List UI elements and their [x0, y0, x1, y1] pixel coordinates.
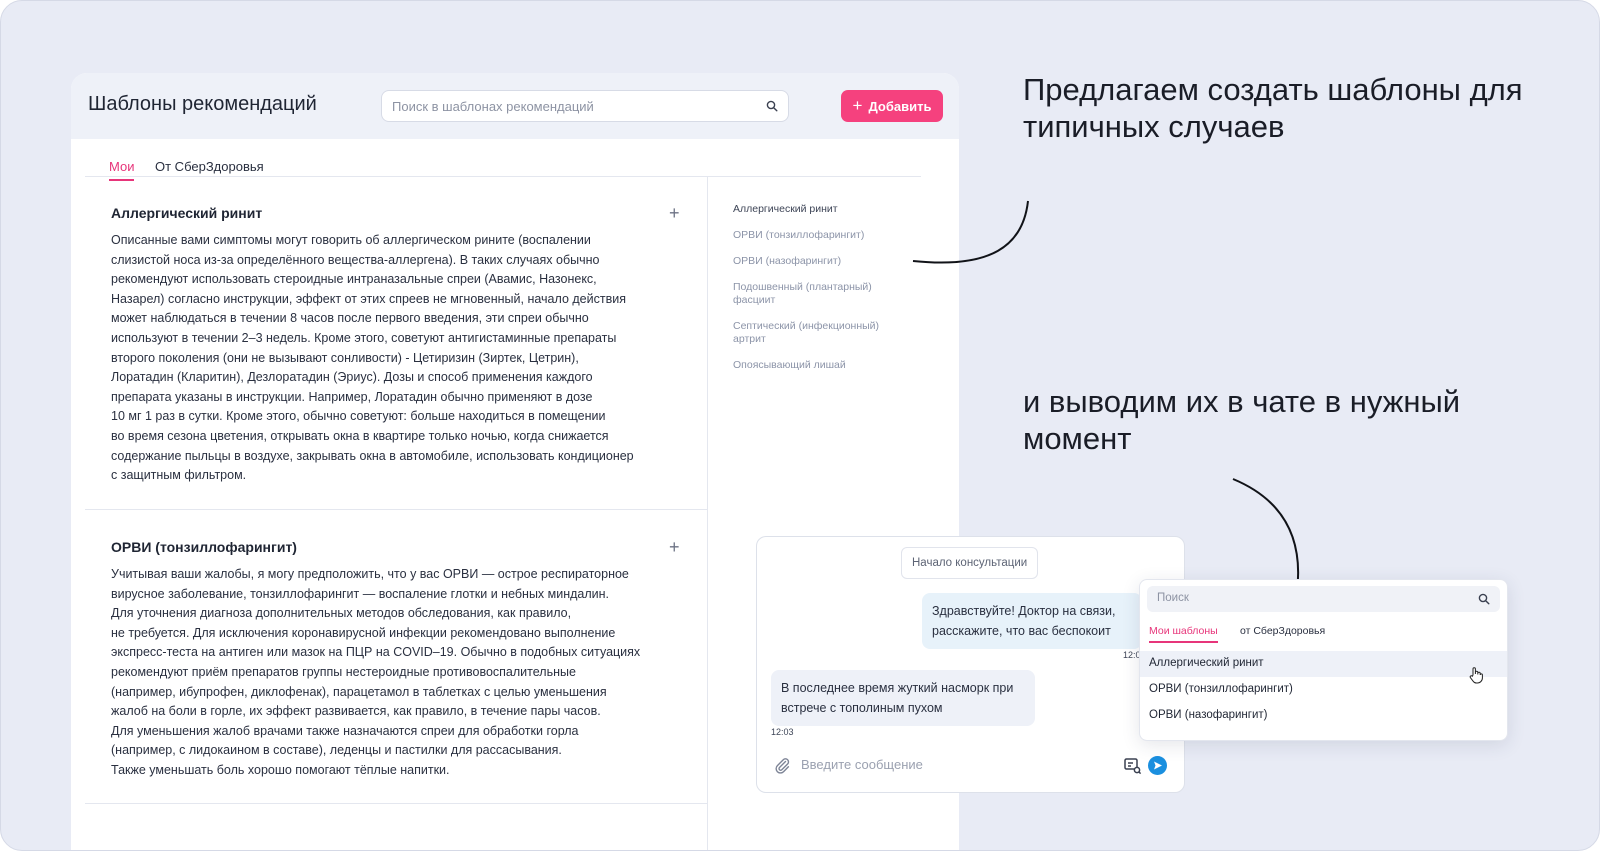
dropdown-search-input[interactable]: Поиск — [1147, 586, 1500, 612]
body-line: жалоб на боли в горле, их эффект развива… — [111, 704, 601, 719]
message-time: 12:03 — [771, 727, 794, 737]
template-title: Аллергический ринит — [111, 205, 263, 221]
send-icon[interactable] — [1148, 756, 1167, 775]
body-line: Описанные вами симптомы могут говорить о… — [111, 233, 591, 247]
plus-icon: + — [852, 96, 863, 115]
promo-heading-1: Предлагаем создать шаблоны для типичных … — [1023, 72, 1523, 144]
body-line: Назарел) согласно инструкции, эффект от … — [111, 291, 626, 306]
body-line: второго поколения (они не вызывают сонли… — [111, 350, 579, 365]
tab-sberzdorovie[interactable]: От СберЗдоровья — [155, 159, 264, 174]
dropdown-item-label: Аллергический ринит — [1149, 657, 1264, 669]
body-line: рекомендуют использовать стероидные интр… — [111, 272, 597, 287]
body-line: экспресс-теста на антиген или мазок на П… — [111, 645, 641, 660]
doctor-message: Здравствуйте! Доктор на связи, расскажит… — [922, 593, 1142, 649]
paperclip-icon[interactable] — [773, 756, 791, 779]
dropdown-item[interactable]: ОРВИ (тонзиллофарингит) — [1140, 677, 1507, 703]
search-input[interactable]: Поиск в шаблонах рекомендаций — [381, 90, 789, 122]
template-card: ОРВИ (тонзиллофарингит) Учитывая ваши жа… — [111, 539, 671, 781]
add-template-plus-icon[interactable]: + — [669, 203, 680, 224]
template-toc: Аллергический ринит ОРВИ (тонзиллофаринг… — [733, 203, 908, 385]
window-header: Шаблоны рекомендаций Поиск в шаблонах ре… — [71, 73, 959, 139]
body-line: Лоратадин (Кларитин), Дезлоратадин (Эриу… — [111, 370, 593, 385]
toc-item[interactable]: Опоясывающий лишай — [733, 359, 908, 372]
toc-item[interactable]: Септический (инфекционный) артрит — [733, 320, 908, 346]
template-body: Описанные вами симптомы могут говорить о… — [111, 231, 671, 486]
card-divider — [85, 803, 707, 804]
body-line: во время сезона цветения, открывать окна… — [111, 428, 609, 443]
toc-item[interactable]: ОРВИ (тонзиллофарингит) — [733, 229, 908, 242]
message-input[interactable]: Введите сообщение — [801, 757, 923, 772]
body-line: препарата указаны в инструкции. Например… — [111, 389, 593, 404]
template-body: Учитывая ваши жалобы, я могу предположит… — [111, 565, 671, 781]
canvas: Шаблоны рекомендаций Поиск в шаблонах ре… — [0, 0, 1600, 851]
body-line: вирусное заболевание, тонзиллофарингит —… — [111, 586, 610, 601]
toc-item[interactable]: Аллергический ринит — [733, 203, 908, 216]
body-line: рекомендуют приём препаратов группы нест… — [111, 664, 576, 679]
body-line: Также уменьшать боль хорошо помогают тёп… — [111, 762, 450, 777]
card-divider — [85, 509, 707, 510]
tab-my[interactable]: Мои — [109, 159, 135, 181]
dropdown-item-label: ОРВИ (назофарингит) — [1149, 709, 1268, 721]
toc-item[interactable]: ОРВИ (назофарингит) — [733, 255, 908, 268]
page-title: Шаблоны рекомендаций — [88, 93, 317, 115]
body-line: может наблюдаться в течении 8 часов посл… — [111, 311, 589, 326]
dropdown-item-label: ОРВИ (тонзиллофарингит) — [1149, 683, 1293, 695]
dropdown-item[interactable]: Аллергический ринит — [1140, 651, 1507, 677]
search-placeholder: Поиск в шаблонах рекомендаций — [392, 99, 594, 114]
body-line: слизистой носа из-за определённого вещес… — [111, 252, 600, 267]
body-line: с защитным фильтром. — [111, 468, 247, 483]
body-line: Учитывая ваши жалобы, я могу предположит… — [111, 567, 629, 581]
patient-message: В последнее время жуткий насморк при вст… — [771, 670, 1035, 726]
body-line: Для уменьшения жалоб врачами также назна… — [111, 723, 579, 738]
hand-cursor-icon — [1468, 666, 1484, 689]
consultation-start-badge: Начало консультации — [901, 547, 1039, 579]
toc-item[interactable]: Подошвенный (плантарный) фасциит — [733, 281, 908, 307]
body-line: используют в течении 2–3 недель. Кроме э… — [111, 330, 617, 345]
body-line: Для уточнения диагноза дополнительных ме… — [111, 606, 572, 621]
body-line: 10 мг 1 раз в сутки. Кроме этого, обычно… — [111, 409, 606, 424]
dropdown-tab-my[interactable]: Мои шаблоны — [1149, 625, 1218, 643]
templates-dropdown: Поиск Мои шаблоны от СберЗдоровья Аллерг… — [1139, 579, 1508, 741]
body-line: содержание пыльцы в воздухе, закрывать о… — [111, 448, 634, 463]
chat-window: Начало консультации Здравствуйте! Доктор… — [756, 536, 1185, 793]
body-line: (например, с лидокаином в составе), леде… — [111, 743, 562, 758]
templates-icon[interactable] — [1123, 756, 1142, 780]
template-title: ОРВИ (тонзиллофарингит) — [111, 539, 297, 555]
add-template-plus-icon[interactable]: + — [669, 537, 680, 558]
search-icon[interactable] — [766, 99, 778, 117]
promo-heading-2: и выводим их в чате в нужный момент — [1023, 384, 1461, 456]
column-divider — [707, 177, 708, 850]
template-card: Аллергический ринит Описанные вами симпт… — [111, 205, 671, 486]
dropdown-tab-sberzdorovie[interactable]: от СберЗдоровья — [1240, 625, 1325, 637]
body-line: не требуется. Для исключения коронавирус… — [111, 625, 616, 640]
add-button[interactable]: + Добавить — [841, 90, 943, 122]
dropdown-item[interactable]: ОРВИ (назофарингит) — [1140, 703, 1507, 729]
body-line: (например, ибупрофен, диклофенак), парац… — [111, 684, 607, 699]
dropdown-search-placeholder: Поиск — [1157, 592, 1189, 604]
search-icon[interactable] — [1478, 592, 1490, 610]
tabs-divider — [85, 176, 921, 177]
add-button-label: Добавить — [868, 98, 932, 114]
